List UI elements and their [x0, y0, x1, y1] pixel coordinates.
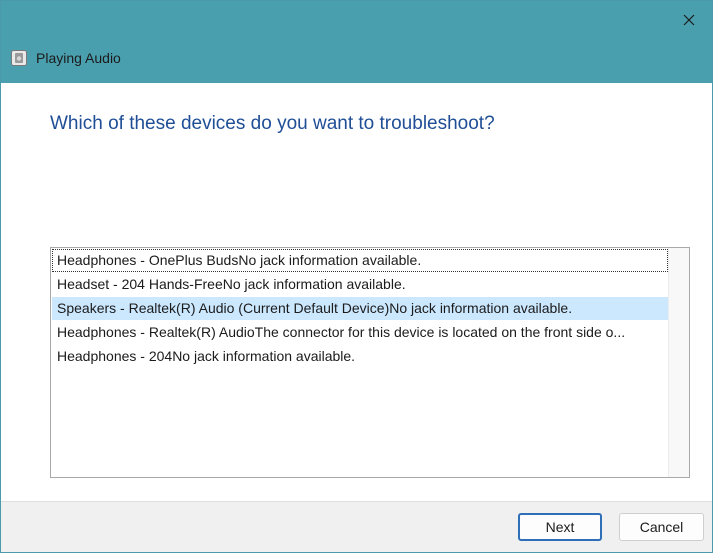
device-list[interactable]: Headphones - OnePlus BudsNo jack informa… [50, 247, 690, 478]
close-button[interactable] [674, 7, 704, 33]
speaker-troubleshooter-icon [11, 50, 27, 66]
list-item-headset-204[interactable]: Headset - 204 Hands-FreeNo jack informat… [52, 273, 668, 296]
close-icon [683, 14, 695, 26]
list-item-headphones-204[interactable]: Headphones - 204No jack information avai… [52, 345, 668, 368]
next-button[interactable]: Next [518, 513, 602, 541]
list-item-speakers-realtek[interactable]: Speakers - Realtek(R) Audio (Current Def… [52, 297, 668, 320]
list-item-headphones-oneplus-buds[interactable]: Headphones - OnePlus BudsNo jack informa… [52, 249, 668, 272]
button-footer: Next Cancel [1, 501, 712, 552]
list-item-headphones-realtek[interactable]: Headphones - Realtek(R) AudioThe connect… [52, 321, 668, 344]
page-heading: Which of these devices do you want to tr… [50, 113, 495, 134]
window-title: Playing Audio [36, 50, 121, 66]
troubleshooter-window: Playing Audio Which of these devices do … [0, 0, 713, 553]
cancel-button[interactable]: Cancel [619, 513, 704, 541]
title-bar: Playing Audio [1, 1, 712, 83]
list-scrollbar[interactable] [668, 248, 689, 477]
